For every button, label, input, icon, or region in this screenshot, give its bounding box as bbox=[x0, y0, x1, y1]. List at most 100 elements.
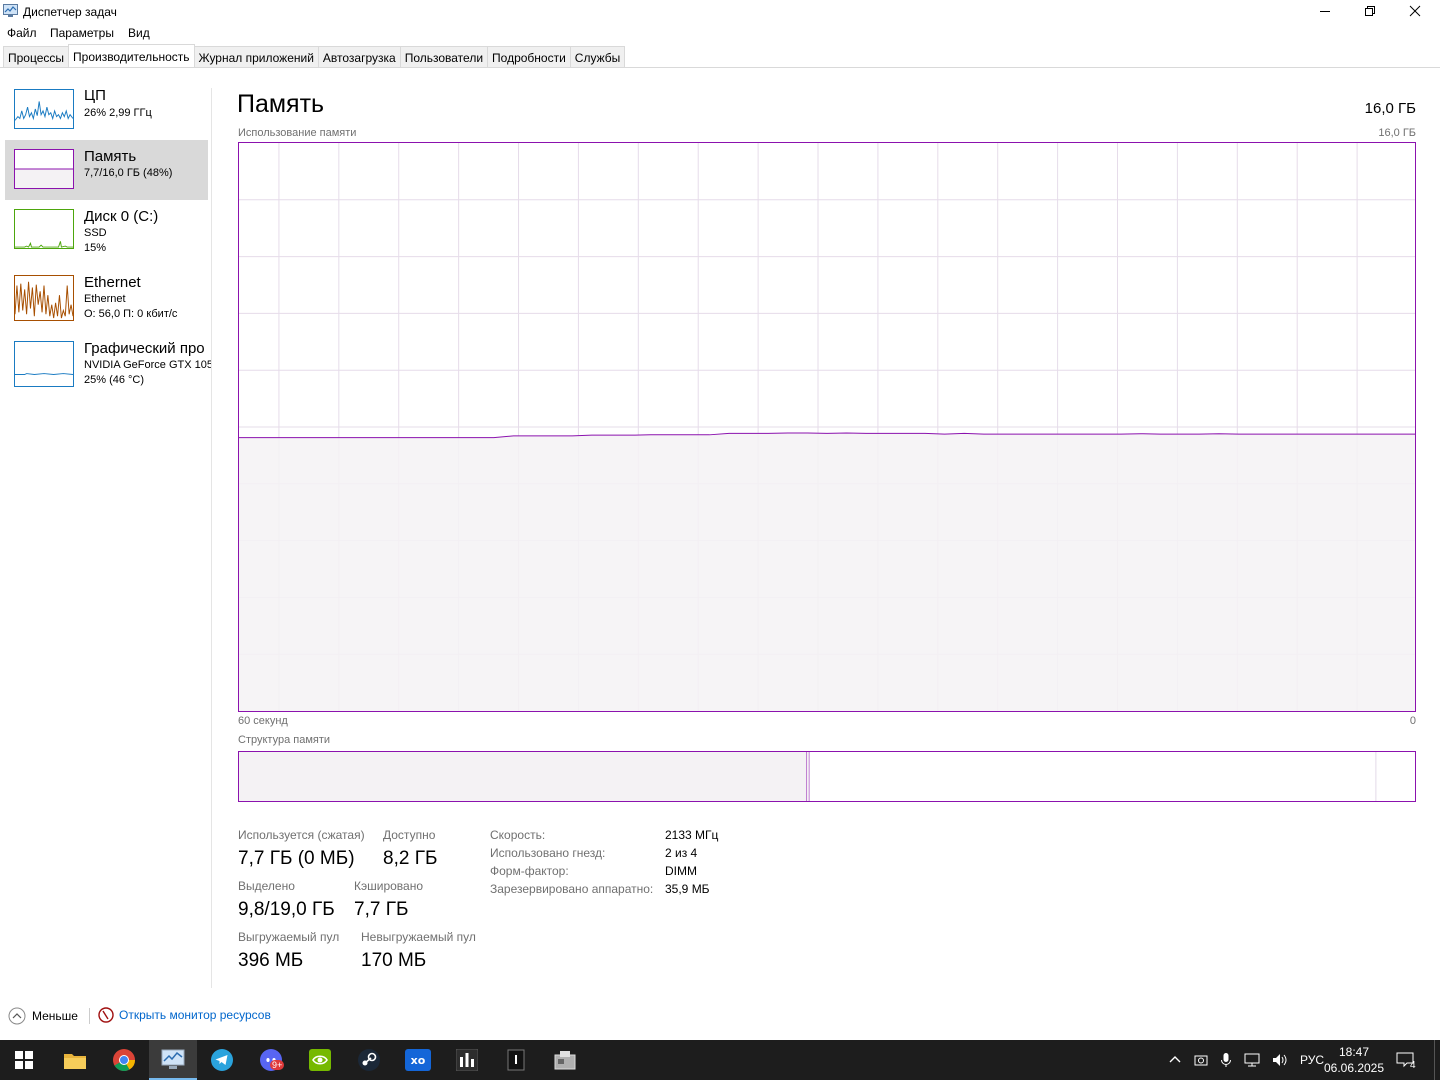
resource-monitor-icon bbox=[98, 1007, 114, 1023]
tab-services[interactable]: Службы bbox=[569, 46, 626, 67]
notepad-icon bbox=[507, 1049, 525, 1071]
sidebar-divider bbox=[211, 88, 212, 988]
camera-icon[interactable] bbox=[1194, 1053, 1208, 1067]
sidebar-disk-name: Диск 0 (C:) bbox=[84, 208, 159, 225]
sidebar-item-ethernet[interactable]: Ethernet Ethernet О: 56,0 П: 0 кбит/с bbox=[5, 266, 208, 326]
clock-time: 18:47 bbox=[1338, 1045, 1370, 1059]
footer-bar: Меньше Открыть монитор ресурсов bbox=[0, 1000, 1440, 1040]
hardware-reserved-label: Зарезервировано аппаратно: bbox=[490, 882, 654, 896]
network-icon[interactable] bbox=[1244, 1053, 1260, 1067]
memory-thumbnail-graph bbox=[14, 149, 74, 189]
memory-usage-area bbox=[239, 433, 1415, 711]
steam-icon bbox=[358, 1049, 380, 1071]
tab-details[interactable]: Подробности bbox=[487, 46, 571, 67]
available-value: 8,2 ГБ bbox=[383, 848, 438, 869]
usage-graph-label: Использование памяти bbox=[238, 127, 357, 139]
sidebar-memory-detail: 7,7/16,0 ГБ (48%) bbox=[84, 167, 173, 179]
form-factor-value: DIMM bbox=[665, 864, 697, 878]
committed-label: Выделено bbox=[238, 879, 295, 893]
committed-value: 9,8/19,0 ГБ bbox=[238, 899, 335, 920]
microphone-icon[interactable] bbox=[1220, 1052, 1232, 1068]
taskbar-xbox[interactable]: xo bbox=[394, 1040, 442, 1080]
disk-thumbnail-graph bbox=[14, 209, 74, 249]
structure-segment-standby[interactable] bbox=[809, 752, 1377, 801]
taskbar-discord[interactable]: 9+ bbox=[247, 1040, 295, 1080]
cached-label: Кэшировано bbox=[354, 879, 424, 893]
clock[interactable]: 18:47 06.06.2025 bbox=[1323, 1040, 1385, 1080]
tab-startup[interactable]: Автозагрузка bbox=[317, 46, 401, 67]
notification-count: 4 bbox=[1410, 1060, 1416, 1071]
taskbar-chrome[interactable] bbox=[100, 1040, 148, 1080]
tab-performance[interactable]: Производительность bbox=[68, 44, 195, 66]
app-box-icon bbox=[554, 1051, 576, 1070]
show-desktop-button[interactable] bbox=[1434, 1040, 1435, 1080]
sidebar-item-gpu[interactable]: Графический про NVIDIA GeForce GTX 105 2… bbox=[5, 332, 211, 392]
tab-users[interactable]: Пользователи bbox=[399, 46, 489, 67]
minimize-icon bbox=[1320, 11, 1330, 12]
sidebar-item-cpu[interactable]: ЦП 26% 2,99 ГГц bbox=[5, 80, 208, 140]
taskbar-box-app[interactable] bbox=[541, 1040, 589, 1080]
speed-value: 2133 МГц bbox=[665, 828, 719, 842]
tab-processes[interactable]: Процессы bbox=[3, 46, 70, 67]
minimize-button[interactable] bbox=[1302, 0, 1348, 22]
taskbar-nvidia[interactable] bbox=[296, 1040, 344, 1080]
cached-value: 7,7 ГБ bbox=[354, 899, 409, 920]
sidebar-ethernet-throughput: О: 56,0 П: 0 кбит/с bbox=[84, 308, 178, 320]
tab-bar: Процессы Производительность Журнал прило… bbox=[3, 44, 626, 68]
window-title: Диспетчер задач bbox=[23, 5, 117, 19]
form-factor-label: Форм-фактор: bbox=[490, 864, 569, 878]
graph-time-left: 60 секунд bbox=[238, 715, 288, 727]
cpu-thumbnail-graph bbox=[14, 89, 74, 129]
fewer-details-button[interactable]: Меньше bbox=[8, 1007, 78, 1025]
clock-date: 06.06.2025 bbox=[1323, 1061, 1385, 1075]
nvidia-icon bbox=[309, 1049, 331, 1071]
sidebar-disk-type: SSD bbox=[84, 227, 107, 239]
taskbar-file-explorer[interactable] bbox=[51, 1040, 99, 1080]
taskbar-telegram[interactable] bbox=[198, 1040, 246, 1080]
svg-text:xo: xo bbox=[411, 1054, 426, 1067]
fewer-details-label: Меньше bbox=[32, 1009, 78, 1023]
sidebar-item-disk[interactable]: Диск 0 (C:) SSD 15% bbox=[5, 200, 208, 260]
chevron-up-icon[interactable] bbox=[1168, 1053, 1182, 1067]
close-button[interactable] bbox=[1392, 0, 1438, 22]
resource-monitor-label: Открыть монитор ресурсов bbox=[119, 1008, 271, 1022]
taskbar-task-manager[interactable] bbox=[149, 1040, 197, 1080]
sidebar-item-memory[interactable]: Память 7,7/16,0 ГБ (48%) bbox=[5, 140, 208, 200]
close-icon bbox=[1409, 5, 1421, 17]
slots-value: 2 из 4 bbox=[665, 846, 698, 860]
slots-label: Использовано гнезд: bbox=[490, 846, 606, 860]
volume-icon[interactable] bbox=[1272, 1053, 1288, 1067]
page-title: Память bbox=[237, 90, 325, 118]
task-manager-app-icon bbox=[3, 4, 18, 17]
nonpaged-pool-label: Невыгружаемый пул bbox=[361, 930, 476, 944]
sidebar-ethernet-name: Ethernet bbox=[84, 274, 141, 291]
menu-file[interactable]: Файл bbox=[7, 26, 37, 40]
taskbar-notepad[interactable] bbox=[492, 1040, 540, 1080]
structure-segment-free[interactable] bbox=[1376, 752, 1415, 801]
graph-time-right: 0 bbox=[1409, 715, 1416, 727]
start-button[interactable] bbox=[0, 1040, 48, 1080]
chevron-up-icon bbox=[8, 1007, 26, 1025]
nonpaged-pool-value: 170 МБ bbox=[361, 950, 427, 971]
speed-label: Скорость: bbox=[490, 828, 546, 842]
menu-options[interactable]: Параметры bbox=[50, 26, 114, 40]
structure-segment-used[interactable] bbox=[239, 752, 808, 801]
sidebar-gpu-name: Графический про bbox=[84, 340, 205, 357]
menu-view[interactable]: Вид bbox=[128, 26, 150, 40]
sidebar-memory-name: Память bbox=[84, 148, 137, 165]
resource-monitor-link[interactable]: Открыть монитор ресурсов bbox=[98, 1007, 271, 1023]
notifications-button[interactable]: 4 bbox=[1396, 1040, 1416, 1080]
taskbar-chart-app[interactable] bbox=[443, 1040, 491, 1080]
restore-icon bbox=[1365, 6, 1375, 16]
taskbar-steam[interactable] bbox=[345, 1040, 393, 1080]
structure-label: Структура памяти bbox=[238, 734, 331, 746]
file-explorer-icon bbox=[64, 1054, 86, 1069]
tab-app-history[interactable]: Журнал приложений bbox=[193, 46, 319, 67]
restore-button[interactable] bbox=[1347, 0, 1393, 22]
sidebar-ethernet-adapter: Ethernet bbox=[84, 293, 126, 305]
chrome-icon bbox=[113, 1049, 135, 1071]
xbox-icon: xo bbox=[405, 1049, 431, 1071]
sidebar-disk-usage: 15% bbox=[84, 242, 107, 254]
input-language[interactable]: РУС bbox=[1300, 1053, 1324, 1067]
in-use-value: 7,7 ГБ (0 МБ) bbox=[238, 848, 355, 869]
